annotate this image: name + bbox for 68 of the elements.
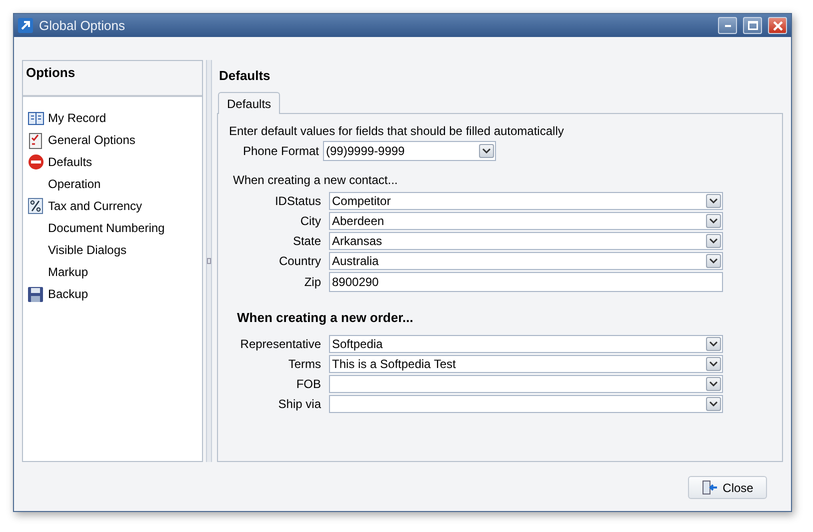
exit-door-icon	[702, 480, 718, 495]
dropdown-field[interactable]: This is a Softpedia Test	[329, 355, 723, 373]
maximize-button[interactable]	[743, 17, 762, 34]
splitter-handle[interactable]	[206, 60, 212, 462]
tab[interactable]: Defaults	[218, 92, 280, 114]
dropdown-button[interactable]	[706, 234, 721, 248]
sidebar-item[interactable]: Markup	[27, 261, 198, 283]
chevron-down-icon	[709, 401, 718, 407]
sidebar-item[interactable]: Defaults	[27, 151, 198, 173]
sidebar-title: Options	[26, 65, 76, 80]
dropdown-field[interactable]	[329, 395, 723, 413]
dropdown-button[interactable]	[706, 214, 721, 228]
chevron-down-icon	[709, 361, 718, 367]
sidebar-item[interactable]: Operation	[27, 173, 198, 195]
dropdown-button[interactable]	[706, 337, 721, 351]
field-label: Phone Format	[242, 144, 319, 158]
close-dialog-button[interactable]: Close	[688, 476, 767, 499]
dropdown-field[interactable]: Competitor	[329, 192, 723, 210]
checklist-icon	[29, 132, 42, 148]
dropdown-field[interactable]: Softpedia	[329, 335, 723, 353]
chevron-down-icon	[709, 218, 718, 224]
field-label: Representative	[239, 337, 321, 351]
field-label: State	[292, 234, 321, 248]
sidebar-item[interactable]: Tax and Currency	[27, 195, 198, 217]
arrow-icon	[18, 18, 33, 33]
group-heading: When creating a new contact...	[233, 173, 399, 187]
sidebar-item[interactable]: Backup	[27, 283, 198, 305]
field-label: Zip	[303, 275, 321, 289]
close-button[interactable]	[768, 17, 787, 34]
text-field[interactable]: 8900290	[329, 272, 723, 292]
dropdown-field[interactable]: Australia	[329, 252, 723, 270]
maximize-icon	[748, 21, 758, 30]
field-label: Terms	[287, 357, 321, 371]
chevron-down-icon	[709, 258, 718, 264]
sidebar-item[interactable]: Document Numbering	[27, 217, 198, 239]
chevron-down-icon	[709, 198, 718, 204]
stop-icon	[28, 154, 44, 170]
field-label: IDStatus	[274, 194, 321, 208]
group-heading: When creating a new order...	[237, 310, 414, 325]
dropdown-button[interactable]	[706, 194, 721, 208]
instruction-text: Enter default values for fields that should be filled automatically	[229, 124, 565, 138]
close-icon	[772, 20, 782, 30]
field-label: Country	[278, 254, 321, 268]
dropdown-button[interactable]	[706, 377, 721, 391]
dropdown-button[interactable]	[706, 254, 721, 268]
chevron-down-icon	[482, 148, 491, 154]
dropdown-button[interactable]	[706, 357, 721, 371]
dropdown-field[interactable]: Aberdeen	[329, 212, 723, 230]
minimize-button[interactable]	[718, 17, 737, 34]
field-label: Ship via	[277, 397, 321, 411]
field-label: City	[299, 214, 321, 228]
window-title: Global Options	[39, 18, 126, 33]
sidebar-item[interactable]: General Options	[27, 129, 198, 151]
sidebar-item[interactable]: My Record	[27, 107, 198, 129]
dropdown-field[interactable]: (99)9999-9999	[323, 141, 496, 161]
section-heading: Defaults	[219, 68, 272, 83]
dropdown-button[interactable]	[706, 397, 721, 411]
dropdown-field[interactable]	[329, 375, 723, 393]
chevron-down-icon	[709, 341, 718, 347]
minimize-icon	[724, 24, 730, 26]
dropdown-field[interactable]: Arkansas	[329, 232, 723, 250]
sidebar-item[interactable]: Visible Dialogs	[27, 239, 198, 261]
field-label: FOB	[295, 377, 321, 391]
percent-icon	[28, 198, 43, 214]
book-icon	[28, 112, 44, 124]
chevron-down-icon	[709, 381, 718, 387]
dropdown-button[interactable]	[479, 144, 494, 158]
chevron-down-icon	[709, 238, 718, 244]
